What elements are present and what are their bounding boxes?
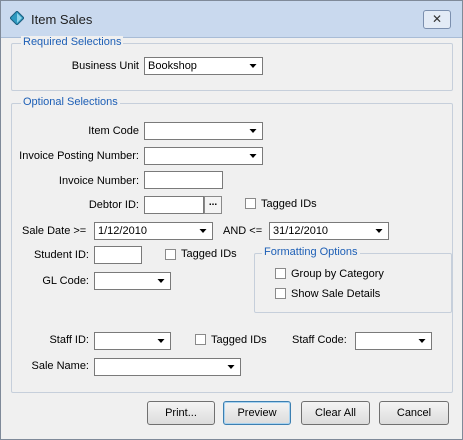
group-by-category-label: Group by Category — [291, 268, 384, 280]
invoice-number-field[interactable] — [144, 171, 223, 189]
chevron-down-icon — [227, 365, 235, 369]
clear-all-button[interactable]: Clear All — [301, 401, 370, 425]
sale-date-to-label: AND <= — [223, 225, 263, 237]
chevron-down-icon — [375, 229, 383, 233]
show-sale-details-label: Show Sale Details — [291, 288, 381, 300]
staff-id-combo[interactable] — [94, 332, 171, 350]
student-id-label: Student ID: — [33, 249, 89, 261]
ellipsis-icon: ... — [208, 197, 218, 208]
staff-tagged-ids-checkbox[interactable] — [195, 334, 206, 345]
title-bar: Item Sales ✕ — [1, 1, 462, 38]
gl-code-label: GL Code: — [42, 275, 89, 287]
print-button[interactable]: Print... — [147, 401, 215, 425]
sale-name-combo[interactable] — [94, 358, 241, 376]
student-tagged-ids-label: Tagged IDs — [181, 248, 237, 260]
business-unit-value: Bookshop — [148, 60, 197, 72]
gl-code-combo[interactable] — [94, 272, 171, 290]
sale-date-from-value: 1/12/2010 — [98, 225, 147, 237]
business-unit-combo[interactable]: Bookshop — [144, 57, 263, 75]
business-unit-label: Business Unit — [71, 60, 139, 72]
chevron-down-icon — [157, 339, 165, 343]
chevron-down-icon — [418, 339, 426, 343]
debtor-id-field[interactable] — [144, 196, 204, 214]
item-sales-window: Item Sales ✕ Required Selections Busines… — [0, 0, 463, 440]
group-by-category-checkbox[interactable] — [275, 268, 286, 279]
formatting-options-group: Formatting Options — [254, 246, 452, 313]
chevron-down-icon — [249, 154, 257, 158]
optional-selections-legend: Optional Selections — [21, 96, 120, 108]
staff-id-label: Staff ID: — [49, 334, 89, 346]
student-tagged-ids-checkbox[interactable] — [165, 249, 176, 260]
item-code-combo[interactable] — [144, 122, 263, 140]
show-sale-details-checkbox[interactable] — [275, 288, 286, 299]
sale-date-to-value: 31/12/2010 — [273, 225, 329, 237]
chevron-down-icon — [199, 229, 207, 233]
close-button[interactable]: ✕ — [423, 10, 451, 29]
invoice-posting-number-label: Invoice Posting Number: — [19, 150, 139, 162]
window-title: Item Sales — [31, 12, 93, 27]
debtor-tagged-ids-checkbox[interactable] — [245, 198, 256, 209]
debtor-id-label: Debtor ID: — [88, 199, 139, 211]
invoice-posting-number-combo[interactable] — [144, 147, 263, 165]
sale-date-to-picker[interactable]: 31/12/2010 — [269, 222, 389, 240]
staff-code-combo[interactable] — [355, 332, 432, 350]
chevron-down-icon — [157, 279, 165, 283]
student-id-field[interactable] — [94, 246, 142, 264]
sale-date-from-label: Sale Date >= — [22, 225, 87, 237]
preview-button[interactable]: Preview — [223, 401, 291, 425]
sale-name-label: Sale Name: — [31, 360, 89, 372]
item-code-label: Item Code — [88, 125, 139, 137]
debtor-tagged-ids-label: Tagged IDs — [261, 198, 317, 210]
staff-code-label: Staff Code: — [292, 334, 347, 346]
cancel-button[interactable]: Cancel — [379, 401, 449, 425]
app-diamond-icon — [10, 11, 24, 25]
required-selections-legend: Required Selections — [21, 36, 124, 48]
formatting-options-legend: Formatting Options — [262, 246, 360, 258]
chevron-down-icon — [249, 129, 257, 133]
close-icon: ✕ — [431, 12, 443, 26]
staff-tagged-ids-label: Tagged IDs — [211, 334, 267, 346]
invoice-number-label: Invoice Number: — [58, 175, 139, 187]
chevron-down-icon — [249, 64, 257, 68]
debtor-lookup-button[interactable]: ... — [204, 196, 222, 214]
sale-date-from-picker[interactable]: 1/12/2010 — [94, 222, 213, 240]
